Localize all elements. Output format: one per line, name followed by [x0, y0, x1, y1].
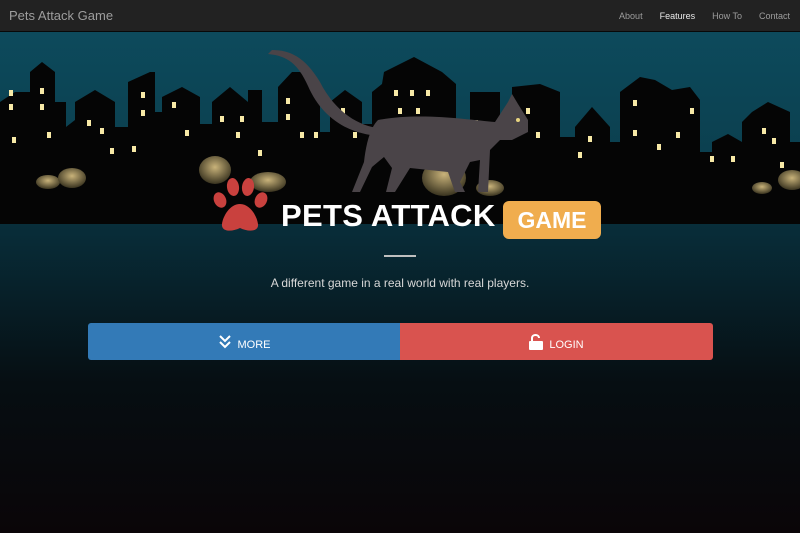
nav-link-how-to[interactable]: How To: [712, 11, 742, 21]
nav-link-features[interactable]: Features: [660, 11, 696, 21]
login-button-label: LOGIN: [549, 338, 584, 351]
brand-link[interactable]: Pets Attack Game: [9, 8, 113, 23]
navbar: Pets Attack Game About Features How To C…: [0, 0, 800, 32]
hero-tagline: A different game in a real world with re…: [270, 276, 530, 290]
nav-link-about[interactable]: About: [619, 11, 643, 21]
more-button[interactable]: MORE: [88, 323, 400, 360]
game-badge: GAME: [503, 201, 601, 239]
more-button-label: MORE: [237, 338, 271, 351]
double-chevron-down-icon: [218, 334, 232, 349]
cat-eye: [516, 118, 520, 122]
login-button[interactable]: LOGIN: [400, 323, 713, 360]
city-skyline-illustration: [0, 32, 800, 224]
title-divider: [384, 255, 416, 257]
unlock-icon: [529, 333, 544, 350]
hero-title: PETS ATTACK: [281, 198, 496, 233]
paw-icon: [213, 178, 268, 231]
nav-link-contact[interactable]: Contact: [759, 11, 790, 21]
nav-links: About Features How To Contact: [602, 0, 790, 32]
